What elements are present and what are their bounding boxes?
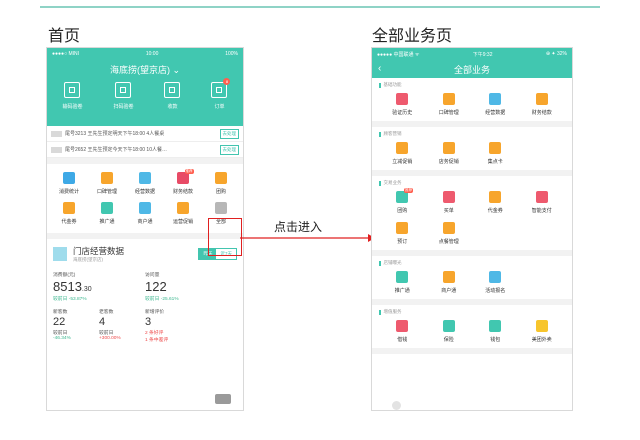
- feature-label: 店务促销: [438, 159, 459, 165]
- group-grid: 验证历史 口碑管理 经营数据 财务结款: [379, 93, 565, 116]
- service-item[interactable]: 推荐团购: [379, 188, 426, 214]
- feature-label: 智能支付: [531, 208, 552, 214]
- status-bar: ●●●●● 中国联通 ᯤ 下午9:32 ⊕ ✦ 32%: [372, 48, 572, 60]
- service-item[interactable]: 经营数据: [472, 93, 519, 116]
- feature-label: 推广通: [394, 288, 410, 294]
- service-item[interactable]: 口碑管理: [426, 93, 473, 116]
- group-grid: 推荐 团购 买单 代金券 智能支付 预订 点餐管理: [379, 188, 566, 245]
- service-item[interactable]: 钱包: [472, 320, 519, 343]
- nav-bar: ‹ 全部业务: [372, 60, 572, 78]
- group-title: 顾客营销: [379, 131, 565, 137]
- feature-icon: [396, 271, 409, 283]
- battery-text: ⊕ ✦ 32%: [545, 51, 567, 57]
- service-group: 顾客营销立减促销 店务促销 集点卡: [372, 127, 572, 176]
- status-time: 下午9:32: [472, 51, 493, 58]
- page-title: 全部业务: [453, 64, 490, 75]
- feature-label: 经营数据: [485, 110, 506, 116]
- feature-label: 财务结款: [531, 110, 552, 116]
- service-item[interactable]: 财务结款: [519, 93, 566, 116]
- feature-label: 集点卡: [487, 159, 503, 165]
- service-item[interactable]: 借钱: [379, 320, 426, 343]
- feature-label: 立减促销: [392, 159, 413, 165]
- service-item[interactable]: 活动报名: [472, 271, 519, 294]
- group-grid: 立减促销 店务促销 集点卡: [379, 142, 565, 165]
- feature-icon: [489, 271, 502, 283]
- feature-label: 代金券: [487, 208, 503, 214]
- service-group: 交易业务 推荐 团购 买单 代金券 智能支付 预订 点餐管理: [372, 176, 572, 256]
- recommend-badge: 推荐: [404, 188, 414, 193]
- service-item[interactable]: 美团外卖: [519, 320, 566, 343]
- feature-label: 保险: [443, 337, 454, 343]
- feature-label: 验证历史: [392, 110, 413, 116]
- floating-dot[interactable]: [392, 401, 401, 410]
- feature-label: 预订: [397, 239, 408, 245]
- service-item[interactable]: 代金券: [472, 191, 519, 214]
- feature-label: 借钱: [397, 337, 408, 343]
- feature-icon: [489, 142, 502, 154]
- feature-label: 美团外卖: [531, 337, 552, 343]
- services-list: 基础功能验证历史 口碑管理 经营数据 财务结款顾客营销立减促销 店务促销 集点卡交易业务推…: [372, 78, 572, 354]
- service-item[interactable]: 商户通: [426, 271, 473, 294]
- group-title: 店铺曝光: [379, 260, 565, 266]
- carrier-text: ●●●●● 中国联通 ᯤ: [377, 51, 420, 58]
- service-group: 增值服务借钱 保险 钱包 美团外卖: [372, 305, 572, 354]
- feature-icon: [535, 320, 548, 332]
- service-item[interactable]: 智能支付: [519, 191, 566, 214]
- feature-icon: [442, 271, 455, 283]
- feature-icon: [442, 142, 455, 154]
- service-group: 店铺曝光推广通 商户通 活动报名: [372, 256, 572, 305]
- all-services-screen: ●●●●● 中国联通 ᯤ 下午9:32 ⊕ ✦ 32% ‹ 全部业务 基础功能验…: [372, 48, 572, 410]
- group-grid: 借钱 保险 钱包 美团外卖: [379, 320, 565, 343]
- feature-icon: [442, 222, 455, 234]
- feature-icon: [535, 93, 548, 105]
- feature-label: 钱包: [490, 337, 501, 343]
- service-item[interactable]: 保险: [426, 320, 473, 343]
- feature-icon: [396, 142, 409, 154]
- feature-label: 买单: [443, 208, 454, 214]
- feature-label: 商户通: [441, 288, 457, 294]
- service-item[interactable]: 点餐管理: [426, 222, 473, 245]
- feature-icon: [442, 191, 455, 203]
- feature-icon: [489, 320, 502, 332]
- service-item[interactable]: 店务促销: [426, 142, 473, 165]
- group-grid: 推广通 商户通 活动报名: [379, 271, 565, 294]
- service-item[interactable]: 立减促销: [379, 142, 426, 165]
- service-item[interactable]: 买单: [426, 191, 473, 214]
- feature-icon: [489, 191, 502, 203]
- back-arrow-icon[interactable]: ‹: [378, 63, 381, 74]
- service-item[interactable]: 集点卡: [472, 142, 519, 165]
- feature-label: 活动报名: [485, 288, 506, 294]
- feature-label: 点餐管理: [438, 239, 459, 245]
- feature-icon: [535, 191, 548, 203]
- feature-icon: [442, 93, 455, 105]
- feature-icon: [489, 93, 502, 105]
- feature-icon: [396, 222, 409, 234]
- feature-icon: [396, 320, 409, 332]
- service-item[interactable]: 预订: [379, 222, 426, 245]
- service-item[interactable]: 验证历史: [379, 93, 426, 116]
- feature-icon: [442, 320, 455, 332]
- feature-label: 团购: [397, 208, 408, 214]
- service-item[interactable]: 推广通: [379, 271, 426, 294]
- group-title: 交易业务: [379, 180, 565, 186]
- group-title: 基础功能: [379, 82, 565, 88]
- group-title: 增值服务: [379, 309, 565, 315]
- feature-label: 口碑管理: [438, 110, 459, 116]
- service-group: 基础功能验证历史 口碑管理 经营数据 财务结款: [372, 78, 572, 127]
- feature-icon: [396, 93, 409, 105]
